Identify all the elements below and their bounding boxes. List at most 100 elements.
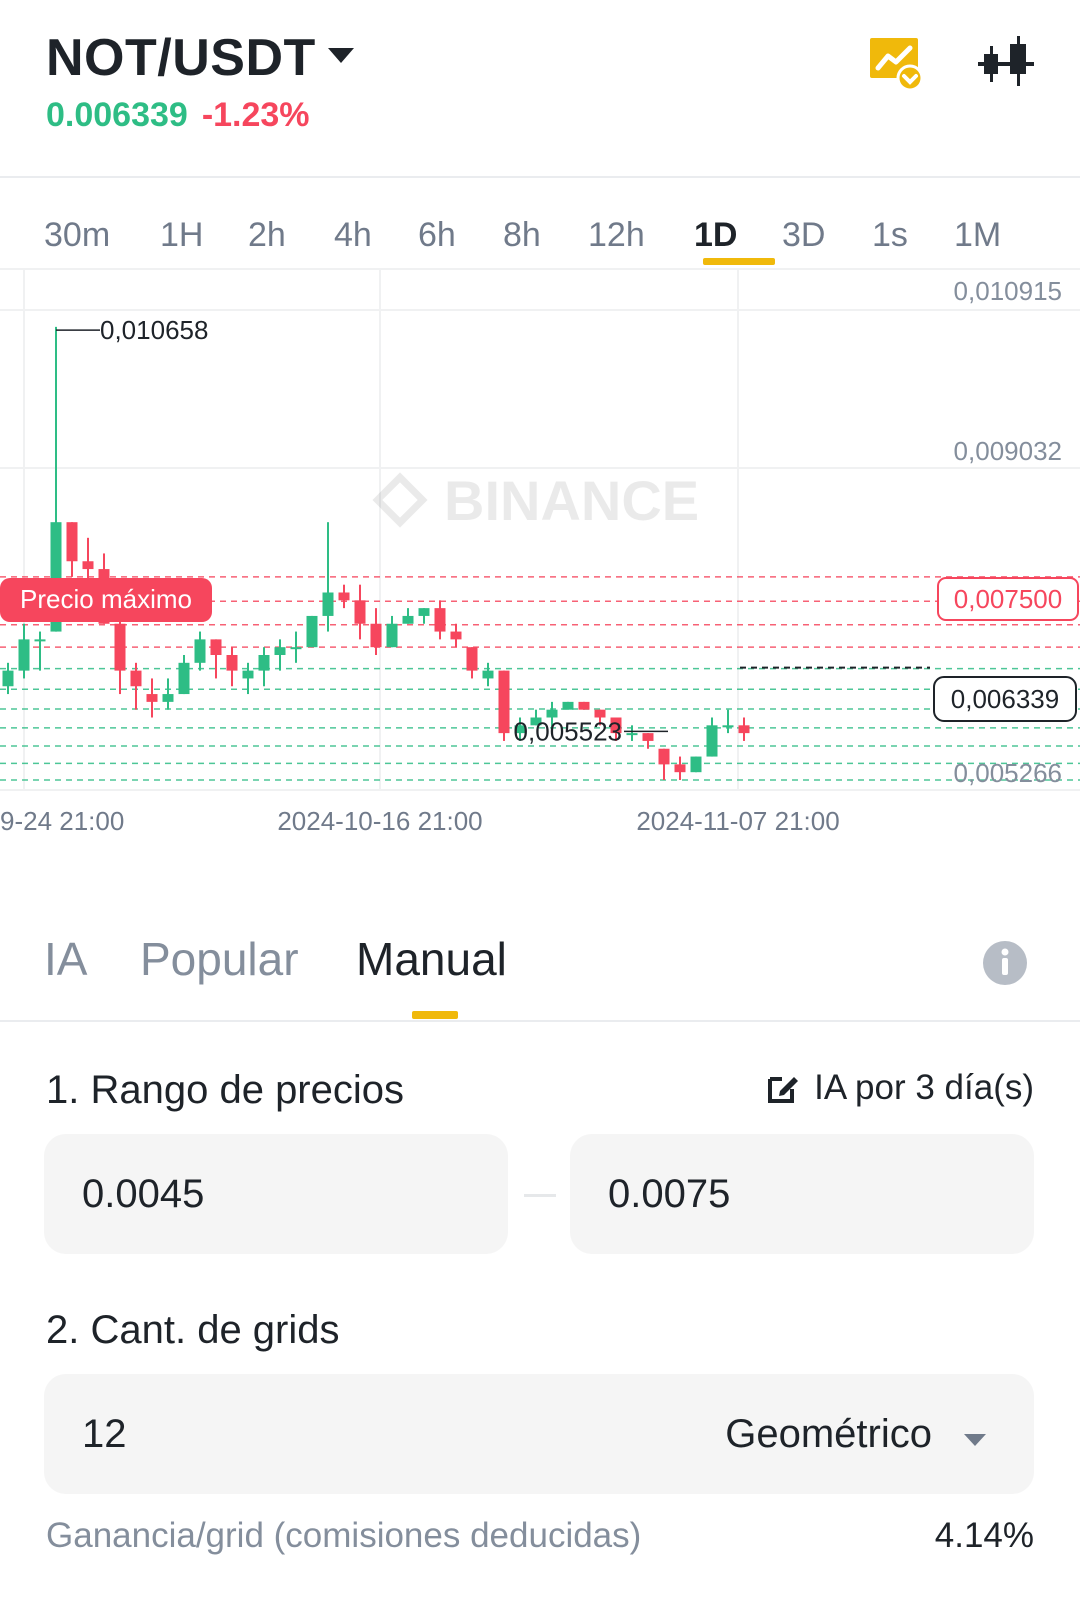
tab-ia[interactable]: IA: [44, 932, 87, 986]
timeframe-1s[interactable]: 1s: [872, 216, 908, 255]
candle-body: [386, 623, 398, 648]
candle: [482, 662, 494, 687]
x-axis-label: 9-24 21:00: [0, 806, 124, 836]
lower-price-input[interactable]: 0.0045: [44, 1134, 508, 1254]
tab-popular[interactable]: Popular: [140, 932, 299, 986]
timeframe-8h[interactable]: 8h: [503, 216, 541, 255]
ai-suggest-label[interactable]: IA por 3 día(s): [814, 1068, 1034, 1108]
candle-body: [674, 764, 686, 773]
max-price-badge: Precio máximo: [20, 584, 192, 614]
price-range-title: 1. Rango de precios: [46, 1068, 405, 1112]
chart-watermark: BINANCE: [372, 469, 699, 532]
candle: [434, 600, 446, 640]
timeframe-4h[interactable]: 4h: [334, 216, 372, 255]
upper-price-input[interactable]: 0.0075: [570, 1134, 1034, 1254]
candle-body: [498, 670, 510, 734]
tab-manual[interactable]: Manual: [356, 932, 507, 986]
grid-mode-select[interactable]: Geométrico: [725, 1412, 932, 1457]
lower-price-value[interactable]: 0.0045: [82, 1172, 204, 1217]
candle-body: [738, 725, 750, 734]
caret-down-icon[interactable]: [964, 1434, 986, 1446]
tab-active-indicator: [412, 1011, 458, 1019]
watermark-text: BINANCE: [444, 469, 699, 532]
candle-body: [562, 701, 574, 710]
high-annotation: 0,010658: [100, 315, 208, 345]
candle: [418, 608, 430, 624]
timeframe-1d[interactable]: 1D: [694, 216, 737, 255]
candle: [306, 615, 318, 648]
timeframe-active-indicator: [703, 258, 775, 265]
candle-body: [226, 655, 238, 671]
header: NOT/USDT 0.006339 -1.23%: [0, 0, 1080, 172]
last-price: 0.006339: [46, 96, 188, 134]
candle: [722, 709, 734, 734]
candle: [162, 678, 174, 710]
timeframe-30m[interactable]: 30m: [44, 216, 110, 255]
candle-body: [146, 694, 158, 702]
ai-suggest-link[interactable]: IA por 3 día(s): [766, 1068, 1034, 1108]
candle-body: [482, 670, 494, 679]
timeframe-1h[interactable]: 1H: [160, 216, 203, 255]
candles: [2, 326, 750, 780]
pair-selector[interactable]: NOT/USDT: [46, 28, 316, 88]
edit-icon: [768, 1077, 799, 1103]
candle-body: [690, 756, 702, 773]
candle-body: [114, 623, 126, 671]
candle-body: [66, 522, 78, 562]
candle: [658, 748, 670, 780]
candle: [402, 608, 414, 624]
range-separator: [524, 1194, 556, 1197]
grid-count-value[interactable]: 12: [82, 1412, 127, 1457]
candle-body: [306, 615, 318, 648]
y-axis-label: 0,010915: [954, 276, 1062, 306]
x-axis-label: 2024-11-07 21:00: [636, 806, 839, 836]
upper-price-value[interactable]: 0.0075: [608, 1172, 730, 1217]
candle-body: [466, 647, 478, 671]
grid-count-input[interactable]: 12 Geométrico: [44, 1374, 1034, 1494]
candle-body: [2, 670, 14, 687]
candlestick-icon[interactable]: [978, 36, 1034, 88]
strategy-chart-icon[interactable]: [868, 36, 924, 92]
candle: [66, 522, 78, 577]
timeframe-12h[interactable]: 12h: [588, 216, 645, 255]
max-price-tag: 0,007500: [954, 584, 1062, 614]
timeframe-1m[interactable]: 1M: [954, 216, 1001, 255]
candle-body: [434, 608, 446, 632]
y-axis-label: 0,009032: [954, 436, 1062, 466]
candlestick-chart[interactable]: BINANCE 0,010915 0,009032 0,005266 0,007…: [0, 270, 1080, 870]
candle-body: [578, 701, 590, 710]
candle: [354, 584, 366, 640]
candle: [498, 670, 510, 741]
candle: [386, 615, 398, 648]
candle: [338, 584, 350, 609]
candle-body: [626, 733, 638, 736]
y-axis-label: 0,005266: [954, 758, 1062, 788]
low-annotation: 0,005523: [514, 716, 622, 746]
timeframe-3d[interactable]: 3D: [782, 216, 825, 255]
timeframe-6h[interactable]: 6h: [418, 216, 456, 255]
candle-body: [242, 670, 254, 679]
candle-body: [706, 725, 718, 757]
candle: [258, 647, 270, 687]
candle: [690, 756, 702, 773]
grid-count-title: 2. Cant. de grids: [46, 1308, 340, 1352]
candle-body: [722, 725, 734, 728]
candle: [146, 678, 158, 718]
candle-body: [194, 639, 206, 663]
candle-body: [290, 647, 302, 650]
tabs-divider: [0, 1020, 1080, 1022]
info-icon[interactable]: [982, 940, 1028, 986]
price-change-pct: -1.23%: [201, 96, 310, 134]
candle: [450, 623, 462, 648]
timeframe-bar: 30m 1H 2h 4h 6h 8h 12h 1D 3D 1s 1M: [0, 200, 1080, 270]
candle: [706, 717, 718, 757]
timeframe-2h[interactable]: 2h: [248, 216, 286, 255]
candle-body: [18, 639, 30, 671]
candle-body: [354, 600, 366, 624]
candle-body: [162, 694, 174, 702]
candle-body: [418, 608, 430, 616]
candle-body: [402, 615, 414, 624]
candle: [562, 701, 574, 710]
caret-down-icon[interactable]: [328, 48, 354, 63]
candle-body: [450, 631, 462, 640]
